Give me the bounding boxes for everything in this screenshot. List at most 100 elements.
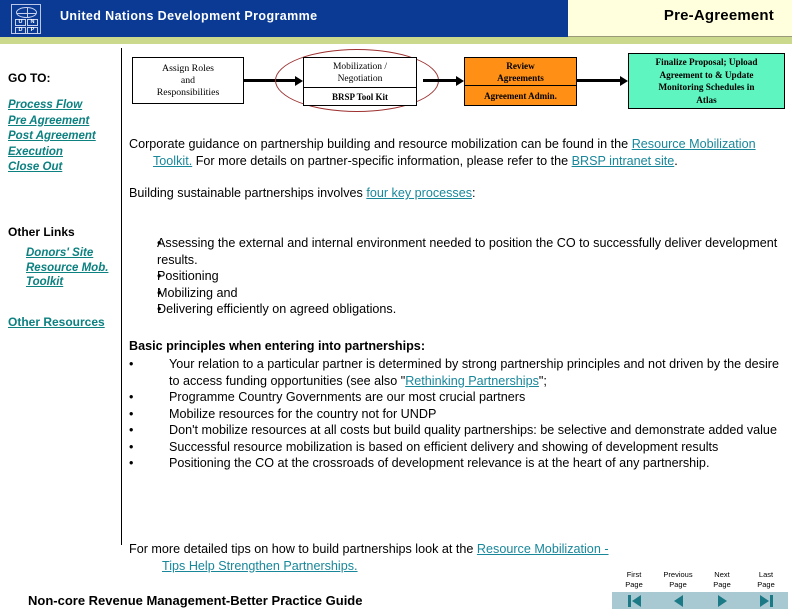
intro-paragraph: Corporate guidance on partnership buildi… [129, 136, 784, 169]
other-links-label: Other Links [8, 225, 75, 239]
list-item-text: Positioning the CO at the crossroads of … [169, 456, 710, 470]
sidebar-item-close-out[interactable]: Close Out [8, 160, 118, 176]
header-stripe-line [0, 44, 792, 45]
list-item: • Programme Country Governments are our … [129, 389, 784, 406]
sidebar-item-other-resources[interactable]: Other Resources [8, 315, 105, 329]
bullet-glyph: • [157, 302, 162, 316]
principles-bullet-list: • Your relation to a particular partner … [129, 356, 784, 472]
link-rethinking-partnerships[interactable]: Rethinking Partnerships [405, 374, 539, 388]
intro-text-2: For more details on partner-specific inf… [192, 153, 572, 168]
flow-arrow-2 [423, 75, 464, 86]
undp-letters: U N D P [15, 19, 38, 34]
principles-heading: Basic principles when entering into part… [129, 339, 426, 353]
tips-line-2: Tips Help Strengthen Partnerships. [129, 559, 358, 573]
logo-letter-d: D [15, 27, 26, 34]
sidebar-item-toolkit[interactable]: Toolkit [26, 275, 126, 290]
link-brsp-intranet-site[interactable]: BRSP intranet site [572, 154, 675, 168]
sidebar-item-pre-agreement[interactable]: Pre Agreement [8, 114, 118, 130]
sidebar-item-post-agreement[interactable]: Post Agreement [8, 129, 118, 145]
next-page-button[interactable] [700, 592, 744, 609]
section-title: Pre-Agreement [663, 7, 774, 24]
list-item: • Delivering efficiently on agreed oblig… [129, 301, 784, 318]
list-item-text: Successful resource mobilization is base… [169, 439, 719, 454]
list-item-text: Your relation to a particular partner is… [169, 356, 784, 389]
list-item-text: Don't mobilize resources at all costs bu… [169, 423, 777, 437]
principle-text-after: "; [538, 373, 547, 388]
other-link-list: Donors' Site Resource Mob. Toolkit [26, 246, 126, 290]
slide-page: U N D P United Nations Development Progr… [0, 0, 792, 612]
bullet-glyph: • [129, 456, 134, 470]
organization-title: United Nations Development Programme [60, 9, 318, 23]
bullet-glyph: • [129, 390, 134, 404]
sidebar-divider [121, 48, 122, 545]
previous-page-button[interactable] [656, 592, 700, 609]
last-page-button[interactable] [744, 592, 788, 609]
bullet-glyph: • [157, 285, 162, 300]
header-stripe [0, 37, 792, 44]
flow-box-mobilization-negotiation[interactable]: Mobilization / Negotiation [303, 57, 417, 88]
list-item-text: Mobilizing and [157, 285, 238, 300]
list-item-text: Programme Country Governments are our mo… [169, 390, 526, 404]
page-navigation: First Page Previous Page Next Page Last Page [612, 568, 788, 612]
list-item: • Mobilize resources for the country not… [129, 406, 784, 423]
goto-label: GO TO: [8, 71, 51, 85]
flow-box-finalize-proposal[interactable]: Finalize Proposal; Upload Agreement to &… [628, 53, 785, 109]
list-item: • Assessing the external and internal en… [129, 235, 784, 268]
bullet-glyph: • [129, 357, 134, 371]
list-item-text: Delivering efficiently on agreed obligat… [157, 302, 397, 316]
previous-page-label: Previous Page [663, 570, 693, 589]
flow-box-review-agreements[interactable]: Review Agreements [464, 57, 577, 86]
last-page-icon [759, 594, 773, 607]
process-bullet-list: • Assessing the external and internal en… [129, 235, 784, 318]
footer-title: Non-core Revenue Management-Better Pract… [28, 593, 363, 608]
list-item-text: Positioning [157, 269, 219, 283]
flow-box-brsp-tool-kit[interactable]: BRSP Tool Kit [303, 88, 417, 106]
globe-icon [16, 7, 37, 18]
list-item: • Successful resource mobilization is ba… [129, 439, 784, 456]
sidebar-item-resource-mob[interactable]: Resource Mob. [26, 261, 126, 276]
process-flow-diagram: Assign Roles and Responsibilities Mobili… [125, 48, 792, 120]
sidebar-item-donors-site[interactable]: Donors' Site [26, 246, 126, 261]
processes-paragraph: Building sustainable partnerships involv… [129, 185, 784, 202]
list-item-text: Mobilize resources for the country not f… [169, 406, 437, 421]
last-page-label: Last Page [757, 570, 775, 589]
first-page-icon [627, 594, 641, 607]
list-item: • Mobilizing and [129, 285, 784, 302]
sidebar-item-process-flow[interactable]: Process Flow [8, 98, 118, 114]
flow-box-assign-roles[interactable]: Assign Roles and Responsibilities [132, 57, 244, 104]
next-page-label: Next Page [713, 570, 731, 589]
bullet-glyph: • [129, 406, 134, 421]
list-item-text: Assessing the external and internal envi… [157, 236, 778, 267]
flow-box-assign-roles-label: Assign Roles and Responsibilities [156, 62, 220, 98]
bullet-glyph: • [129, 423, 134, 437]
logo-letter-p: P [27, 27, 38, 34]
page-nav-bar [612, 592, 788, 609]
tips-text: For more detailed tips on how to build p… [129, 542, 477, 556]
first-page-button[interactable] [612, 592, 656, 609]
flow-box-agreement-admin-label: Agreement Admin. [484, 90, 557, 101]
undp-logo: U N D P [11, 4, 41, 34]
list-item: • Your relation to a particular partner … [129, 356, 784, 389]
page-header: U N D P United Nations Development Progr… [0, 0, 792, 37]
logo-letter-n: N [27, 19, 38, 26]
link-four-key-processes[interactable]: four key processes [366, 186, 472, 200]
page-nav-labels: First Page Previous Page Next Page Last Page [612, 568, 788, 592]
first-page-label: First Page [625, 570, 643, 589]
flow-box-agreement-admin[interactable]: Agreement Admin. [464, 86, 577, 106]
flow-box-mobilization-label: Mobilization / Negotiation [332, 61, 388, 84]
bullet-glyph: • [129, 439, 134, 454]
bullet-glyph: • [157, 236, 162, 250]
sidebar-item-execution[interactable]: Execution [8, 145, 118, 161]
intro-paragraphs: Corporate guidance on partnership buildi… [129, 136, 784, 202]
link-resource-mobilization-tips-1[interactable]: Resource Mobilization - [477, 542, 609, 556]
flow-arrow-3 [577, 75, 628, 86]
logo-letter-u: U [15, 19, 26, 26]
list-item: • Positioning the CO at the crossroads o… [129, 455, 784, 472]
bullet-glyph: • [157, 269, 162, 283]
intro-text-1: Corporate guidance on partnership buildi… [129, 137, 632, 151]
list-item: • Don't mobilize resources at all costs … [129, 422, 784, 439]
flow-box-review-label: Review Agreements [497, 60, 544, 83]
processes-text-1: Building sustainable partnerships involv… [129, 186, 367, 200]
link-resource-mobilization-tips-2[interactable]: Tips Help Strengthen Partnerships. [162, 559, 358, 573]
